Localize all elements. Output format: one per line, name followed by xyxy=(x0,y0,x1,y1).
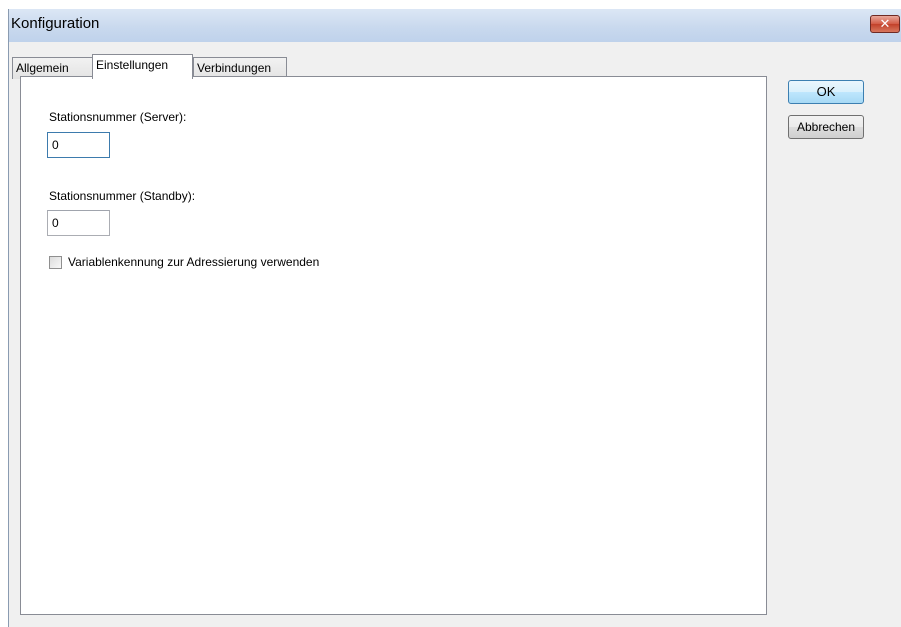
cancel-button[interactable]: Abbrechen xyxy=(788,115,864,139)
tab-label: Einstellungen xyxy=(96,58,169,72)
tab-label: Allgemein xyxy=(16,61,69,75)
ok-button[interactable]: OK xyxy=(788,80,864,104)
tab-label: Verbindungen xyxy=(197,61,272,75)
server-station-label: Stationsnummer (Server): xyxy=(49,110,187,124)
standby-station-input[interactable] xyxy=(47,210,110,236)
standby-station-label: Stationsnummer (Standby): xyxy=(49,189,196,203)
title-bar[interactable]: Konfiguration ✕ xyxy=(9,9,901,42)
close-button[interactable]: ✕ xyxy=(870,15,900,33)
use-variable-id-label: Variablenkennung zur Adressierung verwen… xyxy=(68,255,320,269)
settings-panel: Stationsnummer (Server): Stationsnummer … xyxy=(20,76,767,615)
cancel-button-label: Abbrechen xyxy=(796,120,856,134)
server-station-input[interactable] xyxy=(47,132,110,158)
ok-button-label: OK xyxy=(816,84,836,99)
window-title: Konfiguration xyxy=(11,15,100,32)
tab-einstellungen[interactable]: Einstellungen xyxy=(92,54,193,79)
use-variable-id-checkbox[interactable] xyxy=(49,256,62,269)
config-dialog: Konfiguration ✕ Allgemein Einstellungen … xyxy=(8,9,901,627)
close-icon: ✕ xyxy=(879,16,891,31)
